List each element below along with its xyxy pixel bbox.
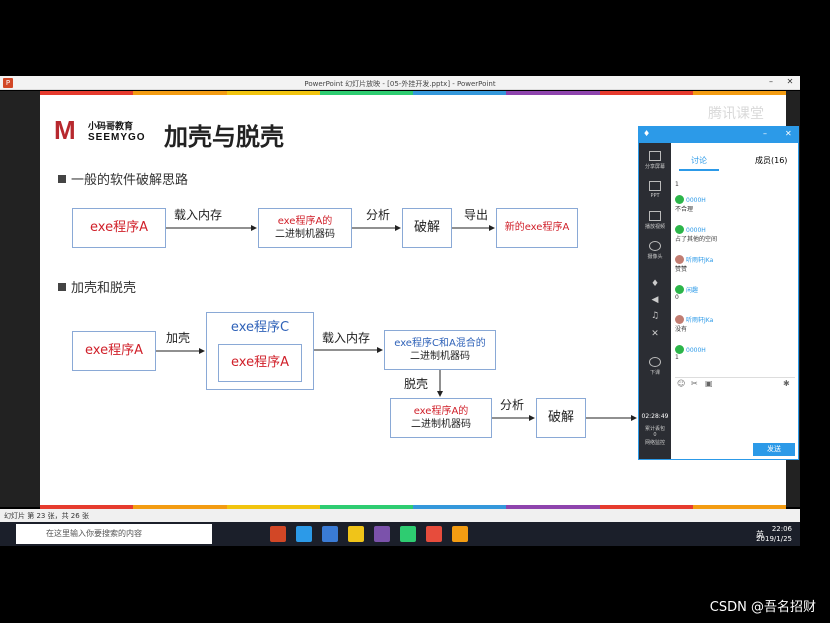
tencent-class-icon[interactable]: ♦ bbox=[643, 129, 650, 138]
chat-panel-header: ♦ – ✕ bbox=[639, 127, 798, 143]
powerpoint-taskbar-icon[interactable] bbox=[270, 526, 286, 542]
app-c-icon[interactable] bbox=[400, 526, 416, 542]
window-title: PowerPoint 幻灯片放映 - [05-外挂开发.pptx] - Powe… bbox=[304, 80, 496, 88]
speaker-icon[interactable]: ◀ bbox=[639, 295, 671, 305]
avatar bbox=[675, 345, 684, 354]
music-icon[interactable]: ♫ bbox=[639, 311, 671, 321]
emoji-icon[interactable]: ☺ bbox=[677, 379, 685, 388]
ppt-statusbar: 幻灯片 第 23 张，共 26 张 bbox=[0, 509, 800, 522]
chat-message: 听雨轩JKa 没有 bbox=[675, 315, 714, 333]
screen: P PowerPoint 幻灯片放映 - [05-外挂开发.pptx] - Po… bbox=[0, 0, 830, 623]
tab-members[interactable]: 成员(16) bbox=[755, 155, 787, 166]
avatar bbox=[675, 195, 684, 204]
avatar bbox=[675, 225, 684, 234]
visual-studio-icon[interactable] bbox=[374, 526, 390, 542]
sublime-icon[interactable] bbox=[452, 526, 468, 542]
chat-message: 0000H 不合理 bbox=[675, 195, 706, 213]
scissors-icon[interactable]: ✂ bbox=[691, 379, 698, 388]
packet-loss-value: 0 bbox=[653, 432, 657, 438]
close-icon[interactable]: ✕ bbox=[781, 77, 799, 86]
app-c-red-icon[interactable] bbox=[426, 526, 442, 542]
settings-icon[interactable]: ✱ bbox=[783, 379, 790, 388]
play-video-button[interactable]: 播放视频 bbox=[639, 211, 671, 230]
chat-messages: 1 0000H 不合理 0000H 占了其他的空间 听雨轩JKa 赞赞 闲趣 0 听雨轩… bbox=[675, 175, 795, 371]
windows-taskbar: 在这里输入你要搜索的内容 英 22:06 2019/1/25 bbox=[0, 522, 800, 546]
chat-message: 听雨轩JKa 赞赞 bbox=[675, 255, 714, 273]
watermark: 腾讯课堂 bbox=[708, 106, 764, 122]
close-icon[interactable]: ✕ bbox=[785, 129, 792, 138]
chat-message: 1 bbox=[675, 181, 679, 188]
camera-button[interactable]: 摄像头 bbox=[639, 241, 671, 260]
network-monitor-label: 网络监控 bbox=[644, 440, 665, 446]
class-end-button[interactable]: 下课 bbox=[639, 357, 671, 376]
share-screen-button[interactable]: 分享屏幕 bbox=[639, 151, 671, 170]
tencent-class-taskbar-icon[interactable] bbox=[296, 526, 312, 542]
clock-date: 2019/1/25 bbox=[756, 535, 792, 543]
minimize-icon[interactable]: – bbox=[763, 129, 767, 138]
chat-sidebar: 分享屏幕 PPT 播放视频 摄像头 ♦ ◀ ♫ ✕ 下课 02:28:49 累计… bbox=[639, 143, 671, 459]
chat-message: 0000H 1 bbox=[675, 345, 706, 361]
avatar bbox=[675, 315, 684, 324]
chat-message: 闲趣 0 bbox=[675, 285, 699, 301]
tab-indicator bbox=[679, 169, 719, 171]
chat-toolbar: ☺ ✂ ▣ ✱ bbox=[675, 377, 795, 389]
taskbar-search-input[interactable]: 在这里输入你要搜索的内容 bbox=[16, 524, 212, 544]
avatar bbox=[675, 255, 684, 264]
clock: 22:06 2019/1/25 bbox=[756, 524, 792, 544]
avatar bbox=[675, 285, 684, 294]
chat-tabs: 讨论 成员(16) bbox=[671, 151, 798, 171]
clock-time: 22:06 bbox=[771, 525, 792, 533]
send-button[interactable]: 发送 bbox=[753, 443, 795, 456]
minimize-icon[interactable]: – bbox=[762, 77, 780, 86]
image-icon[interactable]: ▣ bbox=[705, 379, 713, 388]
tab-discuss[interactable]: 讨论 bbox=[691, 155, 707, 166]
app-taskbar-icon[interactable] bbox=[322, 526, 338, 542]
chat-panel: ♦ – ✕ 分享屏幕 PPT 播放视频 摄像头 ♦ ◀ ♫ ✕ 下课 02:28… bbox=[638, 126, 799, 460]
class-timer: 02:28:49 bbox=[641, 413, 669, 420]
slide-info: 幻灯片 第 23 张，共 26 张 bbox=[4, 512, 89, 520]
ppt-button[interactable]: PPT bbox=[639, 181, 671, 199]
ppt-titlebar: P PowerPoint 幻灯片放映 - [05-外挂开发.pptx] - Po… bbox=[0, 76, 800, 90]
packet-loss-label: 累计丢包 bbox=[644, 426, 665, 432]
csdn-credit: CSDN @吾名招财 bbox=[709, 600, 816, 615]
chat-message: 0000H 占了其他的空间 bbox=[675, 225, 718, 243]
microphone-icon[interactable]: ♦ bbox=[639, 279, 671, 289]
fullscreen-icon[interactable]: ✕ bbox=[639, 329, 671, 339]
folder-icon[interactable] bbox=[348, 526, 364, 542]
